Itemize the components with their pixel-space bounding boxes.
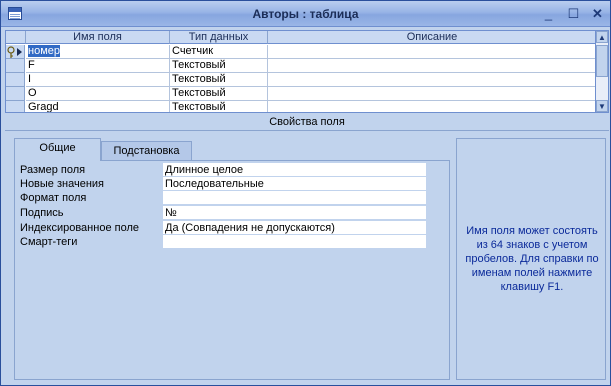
- property-value-field-size[interactable]: Длинное целое: [163, 163, 426, 177]
- row-selector[interactable]: [6, 101, 25, 112]
- property-label-format: Формат поля: [20, 192, 87, 204]
- vertical-scrollbar[interactable]: ▲ ▼: [596, 30, 609, 113]
- row-selector[interactable]: [6, 87, 25, 101]
- data-type-cell[interactable]: Текстовый: [170, 87, 268, 101]
- table-row[interactable]: номер Счетчик: [6, 45, 595, 59]
- field-name-cell[interactable]: F: [26, 59, 170, 73]
- table-row[interactable]: F Текстовый: [6, 59, 595, 73]
- description-cell[interactable]: [268, 101, 595, 112]
- field-name-cell[interactable]: номер: [26, 45, 170, 59]
- maximize-button[interactable]: ☐: [564, 5, 583, 23]
- data-type-cell[interactable]: Текстовый: [170, 101, 268, 112]
- description-cell[interactable]: [268, 73, 595, 87]
- column-header-data-type[interactable]: Тип данных: [170, 31, 268, 44]
- field-grid: Имя поля Тип данных Описание номер Счетч…: [5, 30, 596, 113]
- property-value-smart-tags[interactable]: [163, 235, 426, 249]
- property-label-caption: Подпись: [20, 207, 64, 219]
- field-name-cell[interactable]: I: [26, 73, 170, 87]
- property-label-indexed: Индексированное поле: [20, 222, 139, 234]
- table-row[interactable]: O Текстовый: [6, 87, 595, 101]
- row-selector[interactable]: [6, 73, 25, 87]
- field-name-cell[interactable]: O: [26, 87, 170, 101]
- property-value-format[interactable]: [163, 191, 426, 205]
- property-value-caption[interactable]: №: [163, 206, 426, 220]
- property-value-new-values[interactable]: Последовательные: [163, 177, 426, 191]
- property-label-smart-tags: Смарт-теги: [20, 236, 78, 248]
- row-selector[interactable]: [6, 59, 25, 73]
- data-type-cell[interactable]: Счетчик: [170, 45, 268, 59]
- property-value-indexed[interactable]: Да (Совпадения не допускаются): [163, 221, 426, 235]
- data-type-cell[interactable]: Текстовый: [170, 73, 268, 87]
- data-type-cell[interactable]: Текстовый: [170, 59, 268, 73]
- description-cell[interactable]: [268, 87, 595, 101]
- general-properties-panel: Размер поля Длинное целое Новые значения…: [14, 160, 450, 380]
- table-row[interactable]: Gragd Текстовый: [6, 101, 595, 112]
- close-button[interactable]: ✕: [588, 5, 607, 23]
- scroll-down-icon[interactable]: ▼: [596, 100, 608, 112]
- row-selector-header[interactable]: [6, 31, 26, 44]
- property-label-new-values: Новые значения: [20, 178, 105, 190]
- description-cell[interactable]: [268, 45, 595, 59]
- tab-general[interactable]: Общие: [14, 138, 101, 161]
- current-row-arrow-icon: [17, 48, 22, 56]
- column-header-field-name[interactable]: Имя поля: [26, 31, 170, 44]
- table-design-window: Авторы : таблица _ ☐ ✕ Имя поля Тип данн…: [0, 0, 611, 386]
- description-cell[interactable]: [268, 59, 595, 73]
- table-row[interactable]: I Текстовый: [6, 73, 595, 87]
- field-name-text: номер: [28, 45, 60, 57]
- help-text: Имя поля может состоять из 64 знаков с у…: [465, 225, 599, 293]
- divider: [5, 130, 609, 131]
- field-properties-title: Свойства поля: [269, 116, 345, 128]
- scroll-up-icon[interactable]: ▲: [596, 31, 608, 43]
- row-selector[interactable]: [6, 45, 25, 59]
- scroll-thumb[interactable]: [596, 45, 608, 77]
- title-bar[interactable]: Авторы : таблица _ ☐ ✕: [1, 1, 610, 27]
- window-title: Авторы : таблица: [252, 7, 359, 21]
- help-panel: Имя поля может состоять из 64 знаков с у…: [456, 138, 606, 380]
- column-header-description[interactable]: Описание: [268, 31, 595, 44]
- primary-key-icon: [7, 46, 22, 58]
- tab-lookup[interactable]: Подстановка: [101, 141, 192, 161]
- minimize-button[interactable]: _: [539, 5, 558, 23]
- field-name-cell[interactable]: Gragd: [26, 101, 170, 112]
- property-label-field-size: Размер поля: [20, 164, 86, 176]
